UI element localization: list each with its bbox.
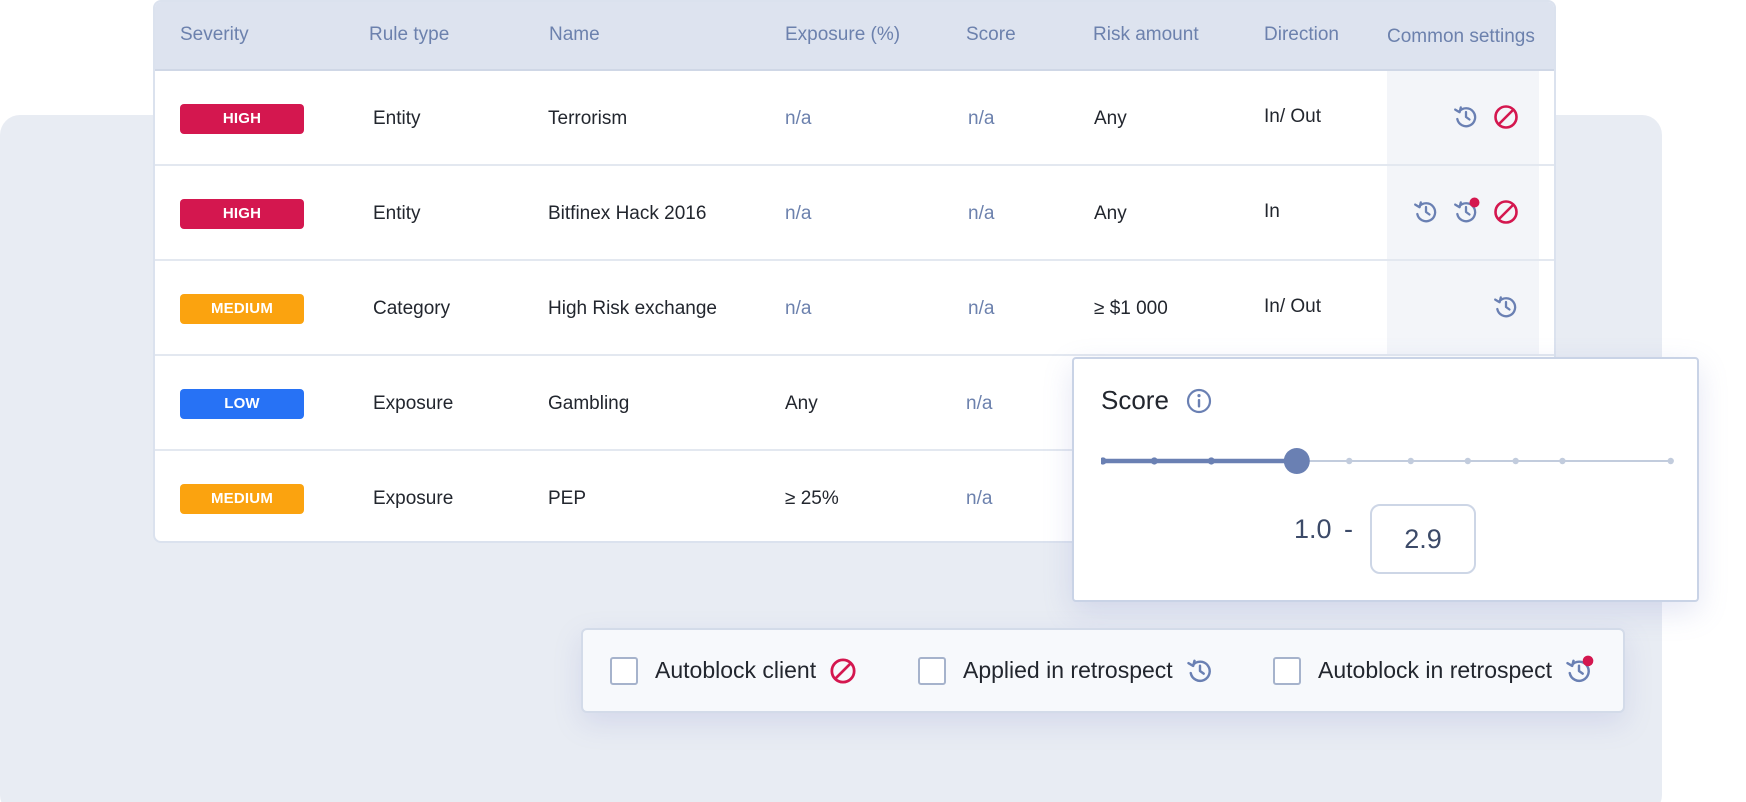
table-row[interactable]: HIGH Entity Terrorism n/a n/a Any In/ Ou… bbox=[155, 71, 1554, 166]
option-label: Autoblock client bbox=[655, 657, 817, 683]
exposure-cell: n/a bbox=[785, 298, 812, 319]
severity-badge: MEDIUM bbox=[180, 294, 304, 324]
score-cell: n/a bbox=[968, 108, 995, 129]
name-cell: Terrorism bbox=[548, 108, 628, 129]
column-header-common-settings[interactable]: Common settings bbox=[1387, 4, 1535, 73]
score-slider[interactable] bbox=[1101, 447, 1675, 475]
slider-tick bbox=[1512, 457, 1519, 465]
applied-in-retrospect-checkbox[interactable] bbox=[918, 656, 946, 685]
exposure-cell: n/a bbox=[785, 203, 812, 224]
column-header-risk-amount[interactable]: Risk amount bbox=[1093, 2, 1199, 71]
column-header-rule-type[interactable]: Rule type bbox=[369, 2, 449, 71]
risk-amount-cell: Any bbox=[1094, 203, 1127, 224]
score-cell: n/a bbox=[968, 298, 995, 319]
stage: Severity Rule type Name Exposure (%) Sco… bbox=[0, 0, 1746, 802]
table-header: Severity Rule type Name Exposure (%) Sco… bbox=[155, 2, 1554, 71]
settings-icons bbox=[1410, 196, 1522, 228]
slider-tick bbox=[1207, 457, 1215, 465]
slider-tick bbox=[1346, 457, 1353, 465]
table-row[interactable]: MEDIUM Category High Risk exchange n/a n… bbox=[155, 261, 1554, 356]
score-cell: n/a bbox=[968, 203, 995, 224]
slider-tick bbox=[1150, 457, 1158, 465]
history-icon bbox=[1183, 654, 1217, 688]
rule-type-cell: Category bbox=[373, 298, 451, 319]
rule-options-bar: Autoblock client Applied in retrospect A… bbox=[581, 628, 1625, 713]
rule-type-cell: Entity bbox=[373, 108, 421, 129]
name-cell: PEP bbox=[548, 488, 587, 509]
direction-cell: In/ Out bbox=[1264, 296, 1322, 317]
score-filter-popover: Score 1.0 - 2.9 bbox=[1072, 357, 1699, 602]
history-icon[interactable] bbox=[1490, 291, 1522, 323]
autoblock-client-checkbox[interactable] bbox=[610, 656, 638, 685]
column-header-severity[interactable]: Severity bbox=[180, 2, 249, 71]
option-autoblock-in-retrospect[interactable]: Autoblock in retrospect bbox=[1273, 630, 1596, 711]
option-label: Applied in retrospect bbox=[963, 657, 1173, 683]
score-cell: n/a bbox=[966, 393, 993, 414]
table-row[interactable]: HIGH Entity Bitfinex Hack 2016 n/a n/a A… bbox=[155, 166, 1554, 261]
slider-tick bbox=[1101, 457, 1107, 465]
slider-tick bbox=[1464, 457, 1471, 465]
risk-amount-cell: ≥ $1 000 bbox=[1094, 298, 1168, 319]
direction-cell: In/ Out bbox=[1264, 106, 1322, 127]
score-filter-title: Score bbox=[1101, 385, 1169, 415]
rule-type-cell: Entity bbox=[373, 203, 421, 224]
rule-type-cell: Exposure bbox=[373, 488, 454, 509]
rule-type-cell: Exposure bbox=[373, 393, 454, 414]
column-header-exposure[interactable]: Exposure (%) bbox=[785, 2, 900, 71]
block-icon bbox=[826, 654, 860, 688]
settings-icons bbox=[1450, 101, 1522, 133]
slider-tick bbox=[1407, 457, 1414, 465]
history-alert-icon bbox=[1562, 654, 1596, 688]
option-applied-in-retrospect[interactable]: Applied in retrospect bbox=[918, 630, 1217, 711]
name-cell: Bitfinex Hack 2016 bbox=[548, 203, 707, 224]
severity-badge: HIGH bbox=[180, 104, 304, 134]
exposure-cell: Any bbox=[785, 393, 818, 414]
info-icon[interactable] bbox=[1185, 387, 1213, 415]
exposure-cell: n/a bbox=[785, 108, 812, 129]
direction-cell: In bbox=[1264, 201, 1280, 222]
block-icon[interactable] bbox=[1490, 101, 1522, 133]
settings-icons bbox=[1490, 291, 1522, 323]
history-icon[interactable] bbox=[1410, 196, 1442, 228]
score-cell: n/a bbox=[966, 488, 993, 509]
slider-tick bbox=[1559, 457, 1566, 465]
history-alert-icon[interactable] bbox=[1450, 196, 1482, 228]
risk-amount-cell: Any bbox=[1094, 108, 1127, 129]
column-header-direction[interactable]: Direction bbox=[1264, 2, 1339, 71]
severity-badge: HIGH bbox=[180, 199, 304, 229]
column-header-score[interactable]: Score bbox=[966, 2, 1016, 71]
exposure-cell: ≥ 25% bbox=[785, 488, 839, 509]
block-icon[interactable] bbox=[1490, 196, 1522, 228]
slider-tick bbox=[1667, 457, 1674, 465]
name-cell: Gambling bbox=[548, 393, 630, 414]
slider-handle[interactable] bbox=[1283, 448, 1310, 474]
severity-badge: LOW bbox=[180, 389, 304, 419]
option-label: Autoblock in retrospect bbox=[1318, 657, 1552, 683]
option-autoblock-client[interactable]: Autoblock client bbox=[610, 630, 860, 711]
autoblock-in-retrospect-checkbox[interactable] bbox=[1273, 656, 1301, 685]
severity-badge: MEDIUM bbox=[180, 484, 304, 514]
score-max-input[interactable]: 2.9 bbox=[1370, 504, 1476, 574]
history-icon[interactable] bbox=[1450, 101, 1482, 133]
name-cell: High Risk exchange bbox=[548, 298, 717, 319]
column-header-name[interactable]: Name bbox=[549, 2, 600, 71]
score-min-value: 1.0 bbox=[1294, 514, 1332, 544]
range-separator: - bbox=[1344, 514, 1353, 544]
